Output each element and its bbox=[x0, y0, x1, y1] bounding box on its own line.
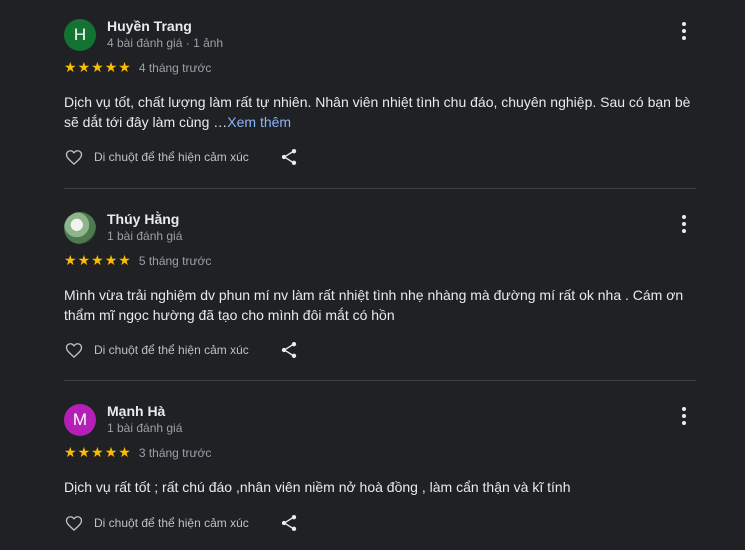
more-options-button[interactable] bbox=[672, 19, 696, 43]
author-meta: 1 bài đánh giá bbox=[107, 229, 183, 243]
more-options-button[interactable] bbox=[672, 404, 696, 428]
avatar-letter: M bbox=[72, 410, 88, 429]
review-body: Mình vừa trải nghiệm dv phun mí nv làm r… bbox=[64, 287, 684, 323]
avatar-letter: H bbox=[73, 25, 87, 44]
star-icon: ★ bbox=[118, 445, 131, 461]
review-text: Dịch vụ rất tốt ; rất chú đáo ,nhân viên… bbox=[64, 477, 696, 497]
action-row: Di chuột để thể hiện cảm xúc bbox=[64, 146, 299, 168]
review-divider bbox=[64, 380, 696, 381]
action-row: Di chuột để thể hiện cảm xúc bbox=[64, 339, 299, 361]
author-meta: 4 bài đánh giá · 1 ảnh bbox=[107, 36, 224, 50]
react-button[interactable]: Di chuột để thể hiện cảm xúc bbox=[64, 147, 249, 167]
react-label: Di chuột để thể hiện cảm xúc bbox=[94, 150, 249, 164]
review-divider bbox=[64, 188, 696, 189]
review-body: Dịch vụ tốt, chất lượng làm rất tự nhiên… bbox=[64, 94, 691, 130]
avatar[interactable] bbox=[64, 212, 96, 244]
star-icon: ★ bbox=[91, 253, 104, 269]
share-icon[interactable] bbox=[279, 147, 299, 167]
author-meta: 1 bài đánh giá bbox=[107, 421, 183, 435]
share-icon[interactable] bbox=[279, 513, 299, 533]
star-icon: ★ bbox=[77, 253, 91, 269]
more-options-button[interactable] bbox=[672, 212, 696, 236]
avatar[interactable]: M bbox=[64, 404, 96, 436]
rating-row: ★ ★ ★ ★ ★ 4 tháng trước bbox=[64, 60, 211, 76]
star-icon: ★ bbox=[118, 253, 131, 269]
star-rating: ★ ★ ★ ★ ★ bbox=[64, 254, 131, 268]
share-icon[interactable] bbox=[279, 340, 299, 360]
review-text: Dịch vụ tốt, chất lượng làm rất tự nhiên… bbox=[64, 92, 696, 132]
review-date: 3 tháng trước bbox=[138, 446, 212, 460]
rating-row: ★ ★ ★ ★ ★ 5 tháng trước bbox=[64, 253, 211, 269]
star-icon: ★ bbox=[104, 60, 118, 76]
author-name[interactable]: Thúy Hằng bbox=[107, 211, 179, 227]
review-date: 4 tháng trước bbox=[138, 61, 212, 75]
author-name[interactable]: Huyền Trang bbox=[107, 18, 192, 34]
star-icon: ★ bbox=[77, 60, 91, 76]
star-icon: ★ bbox=[64, 253, 77, 269]
review-date: 5 tháng trước bbox=[138, 254, 212, 268]
author-name[interactable]: Mạnh Hà bbox=[107, 403, 165, 419]
see-more-link[interactable]: Xem thêm bbox=[227, 114, 291, 130]
review-body: Dịch vụ rất tốt ; rất chú đáo ,nhân viên… bbox=[64, 479, 571, 495]
action-row: Di chuột để thể hiện cảm xúc bbox=[64, 512, 299, 534]
rating-row: ★ ★ ★ ★ ★ 3 tháng trước bbox=[64, 445, 211, 461]
react-label: Di chuột để thể hiện cảm xúc bbox=[94, 343, 249, 357]
heart-outline-icon bbox=[65, 343, 83, 358]
star-icon: ★ bbox=[77, 445, 91, 461]
more-vert-icon bbox=[682, 215, 686, 219]
more-vert-icon bbox=[682, 22, 686, 26]
star-icon: ★ bbox=[104, 445, 118, 461]
star-icon: ★ bbox=[104, 253, 118, 269]
react-button[interactable]: Di chuột để thể hiện cảm xúc bbox=[64, 513, 249, 533]
star-icon: ★ bbox=[64, 60, 77, 76]
react-button[interactable]: Di chuột để thể hiện cảm xúc bbox=[64, 340, 249, 360]
heart-outline-icon bbox=[65, 150, 83, 165]
star-icon: ★ bbox=[91, 60, 104, 76]
star-rating: ★ ★ ★ ★ ★ bbox=[64, 61, 131, 75]
star-icon: ★ bbox=[91, 445, 104, 461]
react-label: Di chuột để thể hiện cảm xúc bbox=[94, 516, 249, 530]
star-icon: ★ bbox=[118, 60, 131, 76]
avatar[interactable]: H bbox=[64, 19, 96, 51]
review-text: Mình vừa trải nghiệm dv phun mí nv làm r… bbox=[64, 285, 696, 325]
more-vert-icon bbox=[682, 407, 686, 411]
star-rating: ★ ★ ★ ★ ★ bbox=[64, 446, 131, 460]
heart-outline-icon bbox=[65, 516, 83, 531]
star-icon: ★ bbox=[64, 445, 77, 461]
